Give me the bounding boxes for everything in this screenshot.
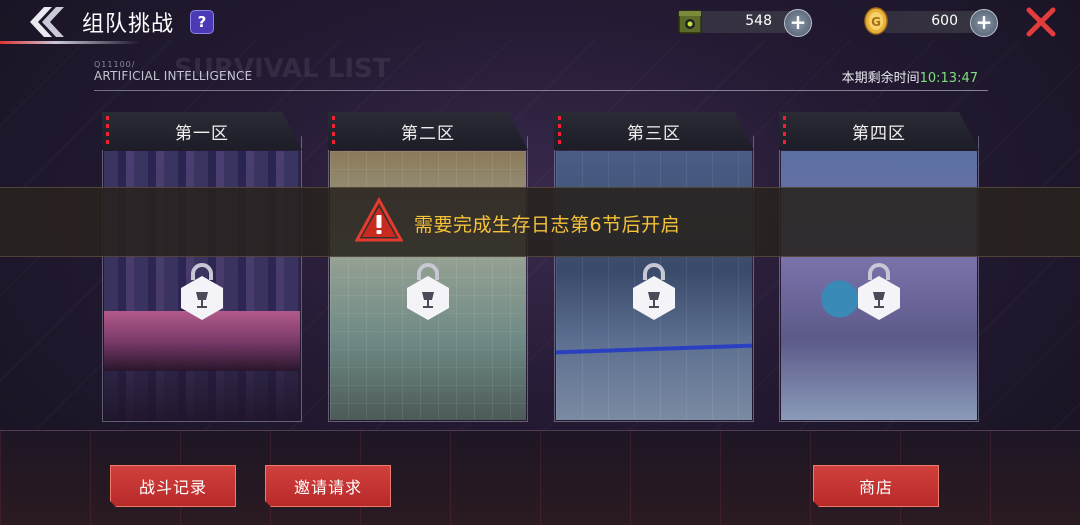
timer-value: 10:13:47 bbox=[919, 71, 978, 86]
lock-icon bbox=[633, 263, 675, 320]
invite-request-button[interactable]: 邀请请求 bbox=[265, 465, 391, 507]
lock-icon bbox=[181, 263, 223, 320]
ammo-resource: 548 + bbox=[676, 9, 812, 37]
locked-warning-banner: 需要完成生存日志第6节后开启 bbox=[0, 187, 1080, 257]
zone-label: 第三区 bbox=[627, 123, 681, 144]
zone-header: 第四区 bbox=[779, 112, 979, 150]
header-mark bbox=[558, 116, 561, 144]
zone-header: 第一区 bbox=[102, 112, 302, 150]
warning-icon bbox=[355, 197, 403, 242]
gold-add-button[interactable]: + bbox=[970, 9, 998, 37]
zone-card-1[interactable]: 第一区 bbox=[102, 112, 302, 422]
lock-icon bbox=[858, 263, 900, 320]
shop-button[interactable]: 商店 bbox=[813, 465, 939, 507]
double-chevron-left-icon bbox=[30, 7, 64, 37]
zone-header: 第三区 bbox=[554, 112, 754, 150]
period-timer: 本期剩余时间10:13:47 bbox=[842, 67, 978, 86]
zone-label: 第二区 bbox=[401, 123, 455, 144]
warning-message: 需要完成生存日志第6节后开启 bbox=[414, 214, 681, 236]
header-mark bbox=[332, 116, 335, 144]
top-bar: 组队挑战 ? 548 + G 600 + bbox=[0, 0, 1080, 44]
gold-coin-icon: G bbox=[864, 7, 888, 35]
ghost-title: SURVIVAL LIST bbox=[174, 54, 391, 84]
zone-card-4[interactable]: 第四区 bbox=[779, 112, 979, 422]
header-mark bbox=[106, 116, 109, 144]
header-mark bbox=[783, 116, 786, 144]
title-underline bbox=[0, 41, 140, 44]
svg-text:G: G bbox=[871, 15, 881, 29]
battle-record-button[interactable]: 战斗记录 bbox=[110, 465, 236, 507]
page-title: 组队挑战 bbox=[82, 12, 175, 37]
close-icon bbox=[1026, 7, 1056, 37]
lock-icon bbox=[407, 263, 449, 320]
gold-resource: G 600 + bbox=[862, 7, 998, 37]
zone-card-3[interactable]: 第三区 bbox=[554, 112, 754, 422]
zone-label: 第一区 bbox=[175, 123, 229, 144]
mode-subtitle-block: SURVIVAL LIST Q11100/ ARTIFICIAL INTELLI… bbox=[94, 54, 390, 84]
help-button[interactable]: ? bbox=[190, 10, 214, 34]
close-button[interactable] bbox=[1024, 5, 1058, 39]
zone-header: 第二区 bbox=[328, 112, 528, 150]
ammo-add-button[interactable]: + bbox=[784, 9, 812, 37]
ammo-value: 548 bbox=[745, 13, 772, 29]
zone-label: 第四区 bbox=[852, 123, 906, 144]
zone-card-2[interactable]: 第二区 bbox=[328, 112, 528, 422]
back-button[interactable] bbox=[24, 4, 68, 40]
gold-value: 600 bbox=[931, 13, 958, 29]
timer-label: 本期剩余时间 bbox=[841, 71, 920, 86]
ammo-box-icon bbox=[678, 10, 702, 34]
divider bbox=[94, 90, 988, 91]
